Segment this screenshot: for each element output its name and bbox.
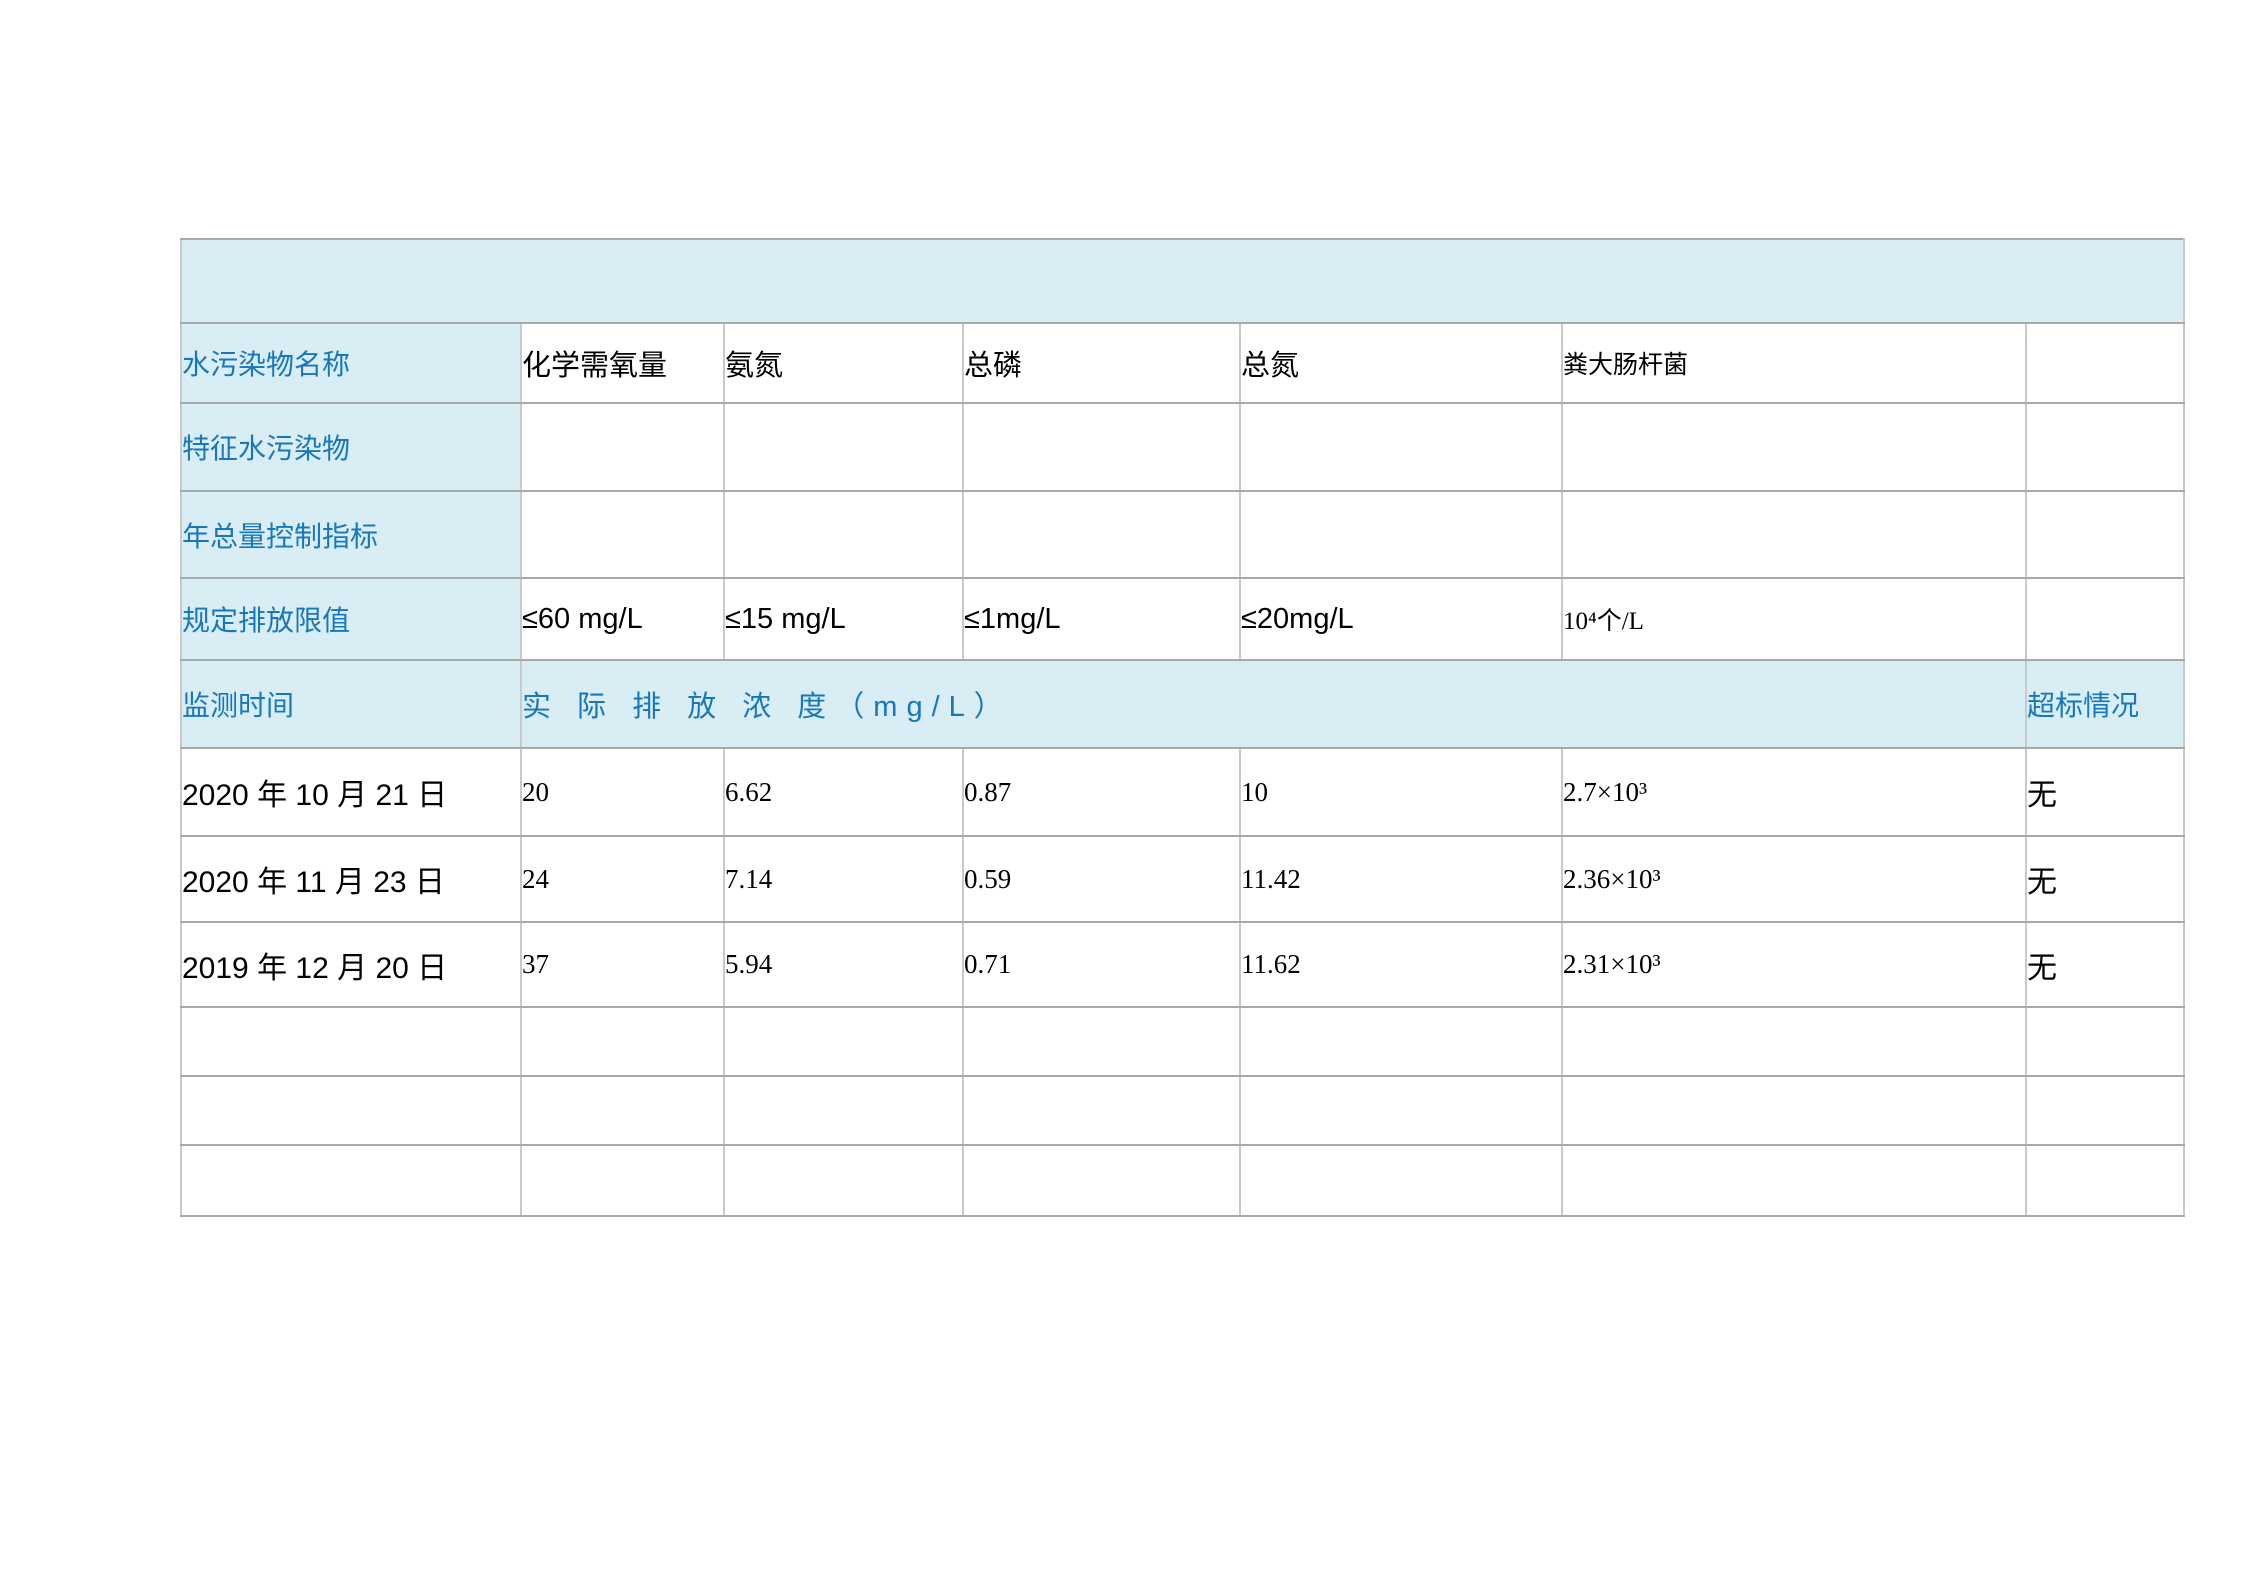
empty-cell (181, 1007, 521, 1076)
empty-cell (521, 1145, 724, 1216)
empty-cell (2026, 491, 2184, 578)
empty-cell (963, 1076, 1240, 1145)
limit-cod: ≤60 mg/L (521, 578, 724, 660)
empty-cell (963, 403, 1240, 491)
empty-cell (963, 491, 1240, 578)
empty-cell (724, 1007, 963, 1076)
value-ammonia-nitrogen: 5.94 (724, 922, 963, 1007)
empty-cell (2026, 1007, 2184, 1076)
empty-cell (1240, 1007, 1562, 1076)
value-cod: 24 (521, 836, 724, 922)
annual-total-control-label: 年总量控制指标 (181, 491, 521, 578)
empty-cell (963, 1145, 1240, 1216)
empty-cell (1240, 491, 1562, 578)
empty-cell (1240, 403, 1562, 491)
pollutant-ammonia-nitrogen: 氨氮 (724, 323, 963, 403)
empty-cell (2026, 403, 2184, 491)
document-page: { "page": { "background": "#ffffff" }, "… (0, 0, 2245, 1587)
pollutant-monitoring-table: 水污染物名称 化学需氧量 氨氮 总磷 总氮 粪大肠杆菌 特征水污染物 年总量控制… (180, 238, 2185, 1217)
empty-cell (2026, 578, 2184, 660)
empty-cell (1240, 1145, 1562, 1216)
limit-ammonia-nitrogen: ≤15 mg/L (724, 578, 963, 660)
characteristic-pollutant-label: 特征水污染物 (181, 403, 521, 491)
table-row: 2020 年 10 月 21 日 20 6.62 0.87 10 2.7×10³… (181, 748, 2184, 836)
top-header-band (181, 239, 2184, 323)
value-fecal-coliform: 2.31×10³ (1562, 922, 2026, 1007)
value-ammonia-nitrogen: 6.62 (724, 748, 963, 836)
monitor-date: 2019 年 12 月 20 日 (181, 922, 521, 1007)
table-row: 2019 年 12 月 20 日 37 5.94 0.71 11.62 2.31… (181, 922, 2184, 1007)
empty-cell (1562, 491, 2026, 578)
empty-cell (1562, 403, 2026, 491)
value-total-phosphorus: 0.59 (963, 836, 1240, 922)
empty-cell (1562, 1007, 2026, 1076)
pollutant-cod: 化学需氧量 (521, 323, 724, 403)
monitor-time-label: 监测时间 (181, 660, 521, 748)
table-row (181, 1076, 2184, 1145)
pollutant-total-phosphorus: 总磷 (963, 323, 1240, 403)
empty-cell (1240, 1076, 1562, 1145)
empty-cell (2026, 1076, 2184, 1145)
value-total-nitrogen: 10 (1240, 748, 1562, 836)
empty-cell (521, 1007, 724, 1076)
empty-cell (521, 1076, 724, 1145)
empty-cell (521, 403, 724, 491)
pollutant-empty-cell (2026, 323, 2184, 403)
monitor-date: 2020 年 11 月 23 日 (181, 836, 521, 922)
table-row: 2020 年 11 月 23 日 24 7.14 0.59 11.42 2.36… (181, 836, 2184, 922)
limit-total-phosphorus: ≤1mg/L (963, 578, 1240, 660)
table-row (181, 1145, 2184, 1216)
value-total-phosphorus: 0.71 (963, 922, 1240, 1007)
value-fecal-coliform: 2.7×10³ (1562, 748, 2026, 836)
empty-cell (724, 403, 963, 491)
exceed-status: 无 (2026, 836, 2184, 922)
value-cod: 20 (521, 748, 724, 836)
empty-cell (963, 1007, 1240, 1076)
exceed-status-header: 超标情况 (2026, 660, 2184, 748)
limit-total-nitrogen: ≤20mg/L (1240, 578, 1562, 660)
value-total-nitrogen: 11.62 (1240, 922, 1562, 1007)
pollutant-name-label: 水污染物名称 (181, 323, 521, 403)
limit-fecal-coliform: 10⁴个/L (1562, 578, 2026, 660)
empty-cell (181, 1145, 521, 1216)
empty-cell (724, 491, 963, 578)
empty-cell (2026, 1145, 2184, 1216)
empty-cell (1562, 1145, 2026, 1216)
monitor-date: 2020 年 10 月 21 日 (181, 748, 521, 836)
emission-limit-label: 规定排放限值 (181, 578, 521, 660)
exceed-status: 无 (2026, 922, 2184, 1007)
empty-cell (724, 1076, 963, 1145)
exceed-status: 无 (2026, 748, 2184, 836)
pollutant-total-nitrogen: 总氮 (1240, 323, 1562, 403)
value-fecal-coliform: 2.36×10³ (1562, 836, 2026, 922)
empty-cell (181, 1076, 521, 1145)
empty-cell (724, 1145, 963, 1216)
value-total-phosphorus: 0.87 (963, 748, 1240, 836)
value-total-nitrogen: 11.42 (1240, 836, 1562, 922)
empty-cell (1562, 1076, 2026, 1145)
pollutant-fecal-coliform: 粪大肠杆菌 (1562, 323, 2026, 403)
value-cod: 37 (521, 922, 724, 1007)
empty-cell (521, 491, 724, 578)
table-row (181, 1007, 2184, 1076)
actual-concentration-header: 实 际 排 放 浓 度（mg/L） (521, 660, 2026, 748)
value-ammonia-nitrogen: 7.14 (724, 836, 963, 922)
